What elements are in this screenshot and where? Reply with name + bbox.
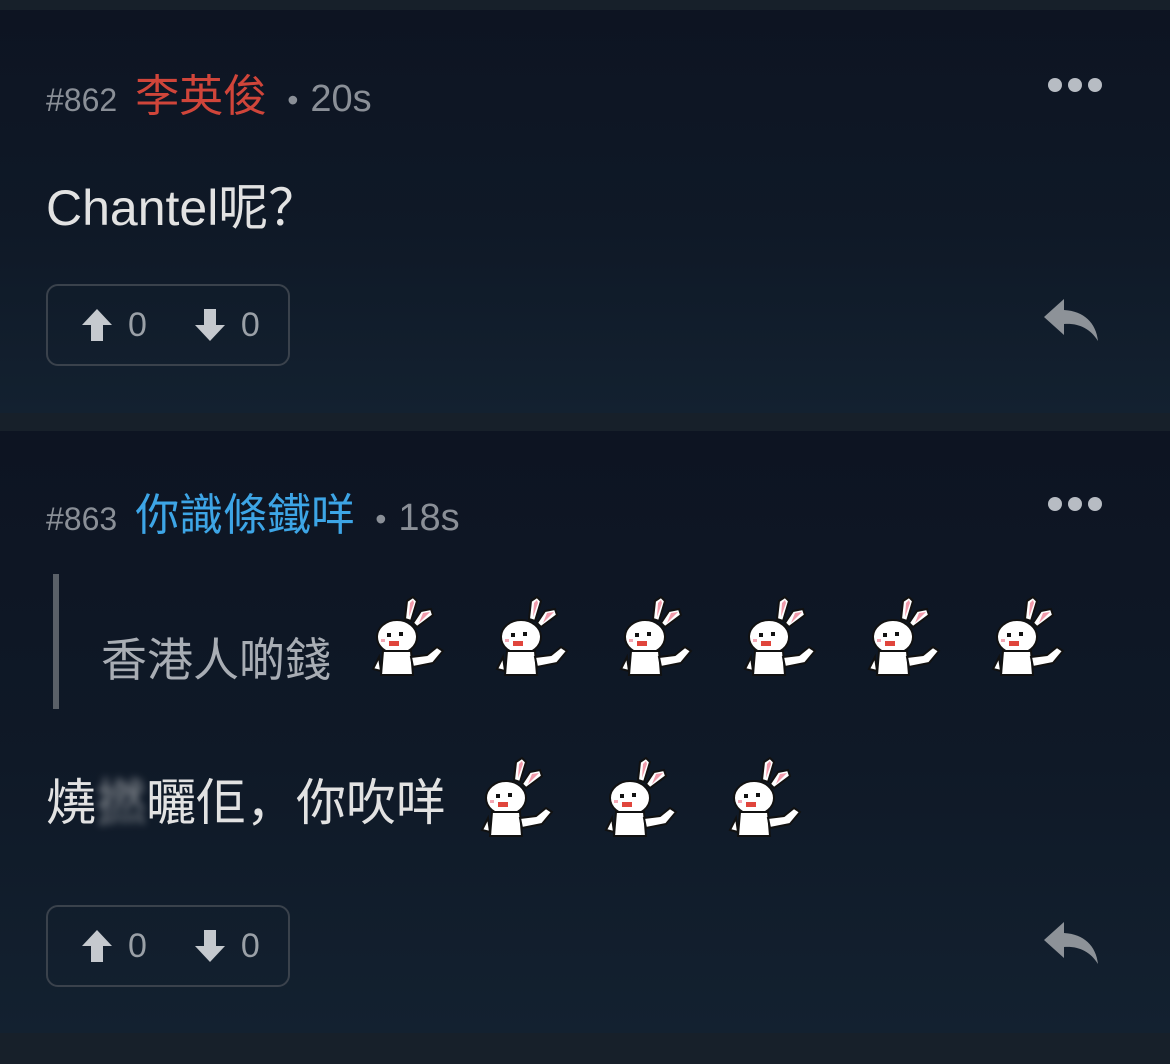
downvote-count: 0 bbox=[240, 305, 260, 344]
downvote-button[interactable]: 0 bbox=[193, 306, 260, 345]
comment-content: Chantel呢？ bbox=[46, 180, 319, 236]
timestamp: 20s bbox=[310, 78, 372, 120]
reply-icon[interactable] bbox=[1042, 297, 1100, 343]
quote-stickers bbox=[367, 595, 1067, 681]
quote-text: 香港人啲錢 bbox=[101, 633, 331, 686]
upvote-button[interactable]: 0 bbox=[80, 306, 147, 345]
upvote-button[interactable]: 0 bbox=[80, 927, 147, 966]
downvote-button[interactable]: 0 bbox=[193, 927, 260, 966]
downvote-count: 0 bbox=[240, 926, 260, 965]
rabbit-sticker-icon bbox=[495, 595, 569, 676]
content-text-end: 曬佢，你吹咩 bbox=[146, 775, 446, 831]
blurred-word: 撚 bbox=[96, 775, 146, 831]
meta-separator: • bbox=[375, 501, 387, 537]
comment-meta: #862 李英俊 • 20s bbox=[46, 60, 372, 124]
more-options-icon[interactable] bbox=[1048, 497, 1102, 511]
rabbit-sticker-icon bbox=[743, 595, 817, 676]
rabbit-sticker-icon bbox=[728, 756, 802, 837]
vote-box: 0 0 bbox=[46, 905, 290, 987]
arrow-up-icon bbox=[82, 930, 112, 962]
upvote-count: 0 bbox=[128, 305, 147, 344]
arrow-down-icon bbox=[194, 930, 225, 962]
rabbit-sticker-icon bbox=[619, 595, 693, 676]
rabbit-sticker-icon bbox=[991, 595, 1065, 676]
rabbit-sticker-icon bbox=[371, 595, 445, 676]
content-stickers bbox=[476, 756, 804, 842]
vote-box: 0 0 bbox=[46, 284, 290, 366]
arrow-up-icon bbox=[82, 309, 112, 341]
meta-separator: • bbox=[287, 82, 299, 118]
comment-862: #862 李英俊 • 20s Chantel呢？ 0 0 bbox=[0, 10, 1170, 413]
rabbit-sticker-icon bbox=[604, 756, 678, 837]
more-options-icon[interactable] bbox=[1048, 78, 1102, 92]
rabbit-sticker-icon bbox=[867, 595, 941, 676]
content-text-start: 燒 bbox=[46, 775, 96, 831]
floor-number: #863 bbox=[46, 501, 118, 537]
comment-863: #863 你識條鐵咩 • 18s 香港人啲錢 燒撚曬佢，你吹咩 0 0 bbox=[0, 431, 1170, 1033]
username[interactable]: 你識條鐵咩 bbox=[135, 479, 355, 543]
quoted-comment[interactable]: 香港人啲錢 bbox=[53, 574, 1067, 709]
timestamp: 18s bbox=[398, 497, 460, 539]
arrow-down-icon bbox=[194, 309, 225, 341]
comment-feed: #862 李英俊 • 20s Chantel呢？ 0 0 #863 你識條鐵咩 … bbox=[0, 0, 1170, 1064]
upvote-count: 0 bbox=[128, 926, 147, 965]
floor-number: #862 bbox=[46, 82, 118, 118]
username[interactable]: 李英俊 bbox=[135, 60, 267, 124]
reply-icon[interactable] bbox=[1042, 920, 1100, 966]
comment-content: 燒撚曬佢，你吹咩 bbox=[46, 756, 804, 842]
comment-meta: #863 你識條鐵咩 • 18s bbox=[46, 479, 460, 543]
rabbit-sticker-icon bbox=[480, 756, 554, 837]
